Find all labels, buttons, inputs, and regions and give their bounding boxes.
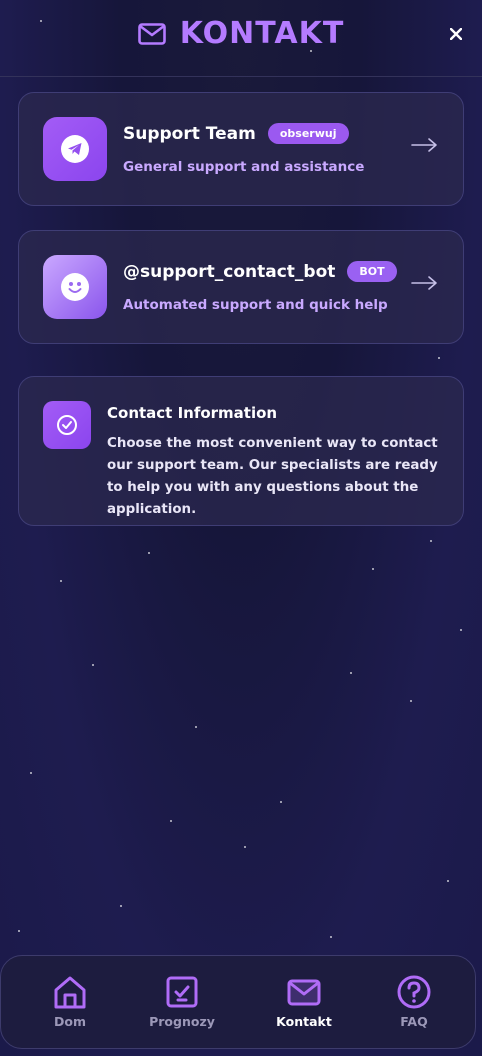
arrow-right-icon bbox=[411, 276, 437, 290]
contact-card-support-team[interactable]: Support Team obserwuj General support an… bbox=[18, 92, 464, 206]
bot-icon-tile bbox=[43, 255, 107, 319]
card-title-row: Support Team obserwuj bbox=[123, 123, 349, 144]
card-title: Support Team bbox=[123, 123, 256, 144]
nav-item-dom[interactable]: Dom bbox=[20, 974, 120, 1029]
telegram-icon bbox=[61, 135, 89, 163]
arrow-right-icon bbox=[411, 138, 437, 152]
check-circle-icon bbox=[57, 415, 77, 435]
card-title-row: @support_contact_bot BOT bbox=[123, 261, 397, 282]
contact-card-bot[interactable]: @support_contact_bot BOT Automated suppo… bbox=[18, 230, 464, 344]
nav-label: FAQ bbox=[400, 1014, 428, 1029]
card-title: @support_contact_bot bbox=[123, 261, 336, 282]
check-square-icon bbox=[166, 976, 198, 1008]
header: KONTAKT bbox=[0, 0, 482, 77]
nav-label: Dom bbox=[54, 1014, 86, 1029]
nav-label: Kontakt bbox=[276, 1014, 332, 1029]
bottom-navigation: Dom Prognozy Kontakt FAQ bbox=[0, 955, 476, 1049]
home-icon bbox=[54, 976, 86, 1009]
follow-badge: obserwuj bbox=[267, 123, 349, 144]
envelope-icon bbox=[287, 979, 321, 1006]
info-icon-tile bbox=[43, 401, 91, 449]
title-wrap: KONTAKT bbox=[0, 16, 482, 51]
info-title: Contact Information bbox=[107, 404, 278, 422]
question-circle-icon bbox=[397, 975, 431, 1009]
nav-item-kontakt[interactable]: Kontakt bbox=[254, 974, 354, 1029]
nav-label: Prognozy bbox=[149, 1014, 215, 1029]
info-text: Choose the most convenient way to contac… bbox=[107, 436, 438, 517]
card-subtitle: Automated support and quick help bbox=[123, 297, 388, 313]
contact-info-card: Contact Information Choose the most conv… bbox=[18, 376, 464, 526]
card-subtitle: General support and assistance bbox=[123, 159, 365, 175]
smiley-bot-icon bbox=[61, 273, 89, 301]
nav-item-faq[interactable]: FAQ bbox=[364, 974, 464, 1029]
close-icon bbox=[450, 28, 462, 40]
envelope-icon bbox=[137, 22, 166, 45]
close-button[interactable] bbox=[446, 24, 466, 44]
bot-badge: BOT bbox=[347, 261, 397, 282]
telegram-icon-tile bbox=[43, 117, 107, 181]
nav-item-prognozy[interactable]: Prognozy bbox=[132, 974, 232, 1029]
page-title: KONTAKT bbox=[179, 16, 345, 51]
